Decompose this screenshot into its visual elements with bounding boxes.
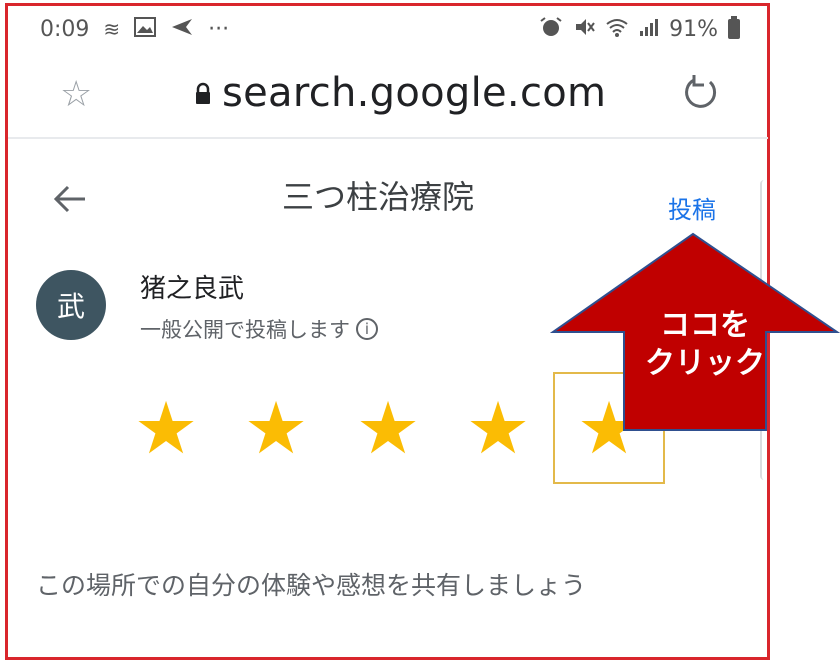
star-icon: ★	[243, 386, 309, 470]
info-icon[interactable]: i	[356, 318, 378, 340]
lock-icon	[194, 82, 212, 110]
place-title: 三つ柱治療院	[282, 178, 475, 216]
callout-arrow: ココを クリック	[550, 232, 840, 432]
review-input-placeholder[interactable]: この場所での自分の体験や感想を共有しましょう	[36, 566, 586, 602]
reload-icon[interactable]	[680, 72, 720, 121]
rating-star-2[interactable]: ★	[220, 372, 332, 484]
bookmark-star-icon[interactable]: ☆	[60, 74, 92, 115]
url-text[interactable]: search.google.com	[222, 70, 606, 116]
send-icon	[170, 17, 194, 42]
back-arrow-icon[interactable]	[52, 182, 88, 223]
battery-icon	[728, 16, 740, 39]
rating-star-4[interactable]: ★	[442, 372, 554, 484]
gallery-icon	[134, 16, 157, 42]
status-more-icon: ···	[208, 16, 230, 42]
signal-icon	[639, 17, 659, 42]
status-time: 0:09	[40, 16, 90, 42]
browser-url-bar: ☆ search.google.com	[8, 58, 768, 136]
status-bar: 0:09 ≋ ··· 91%	[40, 14, 740, 44]
alarm-icon	[539, 16, 563, 43]
wifi-icon	[605, 17, 629, 42]
user-name: 猪之良武	[140, 274, 245, 304]
star-icon: ★	[355, 386, 421, 470]
callout-line-2: クリック	[645, 346, 765, 381]
rating-star-1[interactable]: ★	[110, 372, 222, 484]
rating-star-3[interactable]: ★	[332, 372, 444, 484]
visibility-note-text: 一般公開で投稿します	[140, 318, 350, 342]
star-icon: ★	[133, 386, 199, 470]
post-button[interactable]: 投稿	[668, 190, 716, 225]
mute-icon	[573, 16, 595, 43]
star-icon: ★	[465, 386, 531, 470]
battery-level: 91%	[669, 16, 718, 42]
callout-text: ココを クリック	[625, 307, 785, 383]
weather-icon: ≋	[103, 17, 121, 41]
visibility-note: 一般公開で投稿します i	[140, 314, 378, 344]
callout-line-1: ココを	[660, 308, 750, 343]
url-bar-divider	[8, 137, 768, 139]
avatar: 武	[36, 270, 106, 340]
